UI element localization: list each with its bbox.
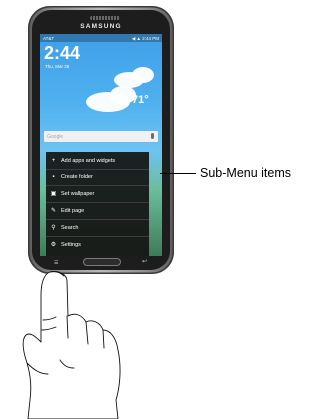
search-icon: ⚲ <box>51 224 56 231</box>
menu-item-edit-page[interactable]: ✎ Edit page <box>46 204 149 219</box>
callout-label: Sub-Menu items <box>200 166 292 180</box>
menu-item-label: Create folder <box>61 173 93 180</box>
phone-bezel: SAMSUNG AT&T ◀ ▲ 2:44 PM 2:44 Thu, Mar 2… <box>32 10 170 270</box>
menu-item-label: Settings <box>61 241 81 248</box>
google-search-label: Google <box>47 133 64 140</box>
status-bar: AT&T ◀ ▲ 2:44 PM <box>40 34 162 42</box>
microphone-icon[interactable] <box>151 133 154 139</box>
cloud-icon <box>132 67 154 83</box>
folder-icon: ▪ <box>52 173 55 180</box>
menu-item-label: Add apps and widgets <box>61 157 116 164</box>
menu-divider <box>46 184 149 185</box>
wallpaper-icon: ▣ <box>50 190 57 197</box>
menu-divider <box>46 218 149 219</box>
menu-item-set-wallpaper[interactable]: ▣ Set wallpaper <box>46 187 149 202</box>
clock-widget[interactable]: 2:44 <box>44 43 80 64</box>
home-screen: AT&T ◀ ▲ 2:44 PM 2:44 Thu, Mar 28 71° Go… <box>40 34 162 256</box>
speaker-grille <box>90 16 120 20</box>
submenu-popup: + Add apps and widgets ▪ Create folder ▣… <box>46 152 149 256</box>
google-search-bar[interactable]: Google <box>44 131 158 142</box>
menu-item-add-apps-widgets[interactable]: + Add apps and widgets <box>46 154 149 169</box>
plus-icon: + <box>51 157 56 164</box>
temperature-label: 71° <box>132 94 149 106</box>
hand-illustration <box>22 271 121 419</box>
menu-item-label: Set wallpaper <box>61 190 95 197</box>
menu-divider <box>46 168 149 169</box>
menu-divider <box>46 201 149 202</box>
menu-item-label: Edit page <box>61 207 85 214</box>
menu-item-search[interactable]: ⚲ Search <box>46 221 149 236</box>
callout-line <box>160 173 196 174</box>
date-label: Thu, Mar 28 <box>45 64 70 69</box>
edit-icon: ✎ <box>50 207 57 214</box>
menu-item-create-folder[interactable]: ▪ Create folder <box>46 170 149 185</box>
carrier-label: AT&T <box>43 35 55 41</box>
brand-logo: SAMSUNG <box>80 23 122 30</box>
status-icons: ◀ ▲ 2:44 PM <box>131 35 159 41</box>
menu-item-label: Search <box>61 224 79 231</box>
gear-icon: ⚙ <box>50 241 57 248</box>
phone-device: SAMSUNG AT&T ◀ ▲ 2:44 PM 2:44 Thu, Mar 2… <box>28 6 174 274</box>
menu-divider <box>46 235 149 236</box>
